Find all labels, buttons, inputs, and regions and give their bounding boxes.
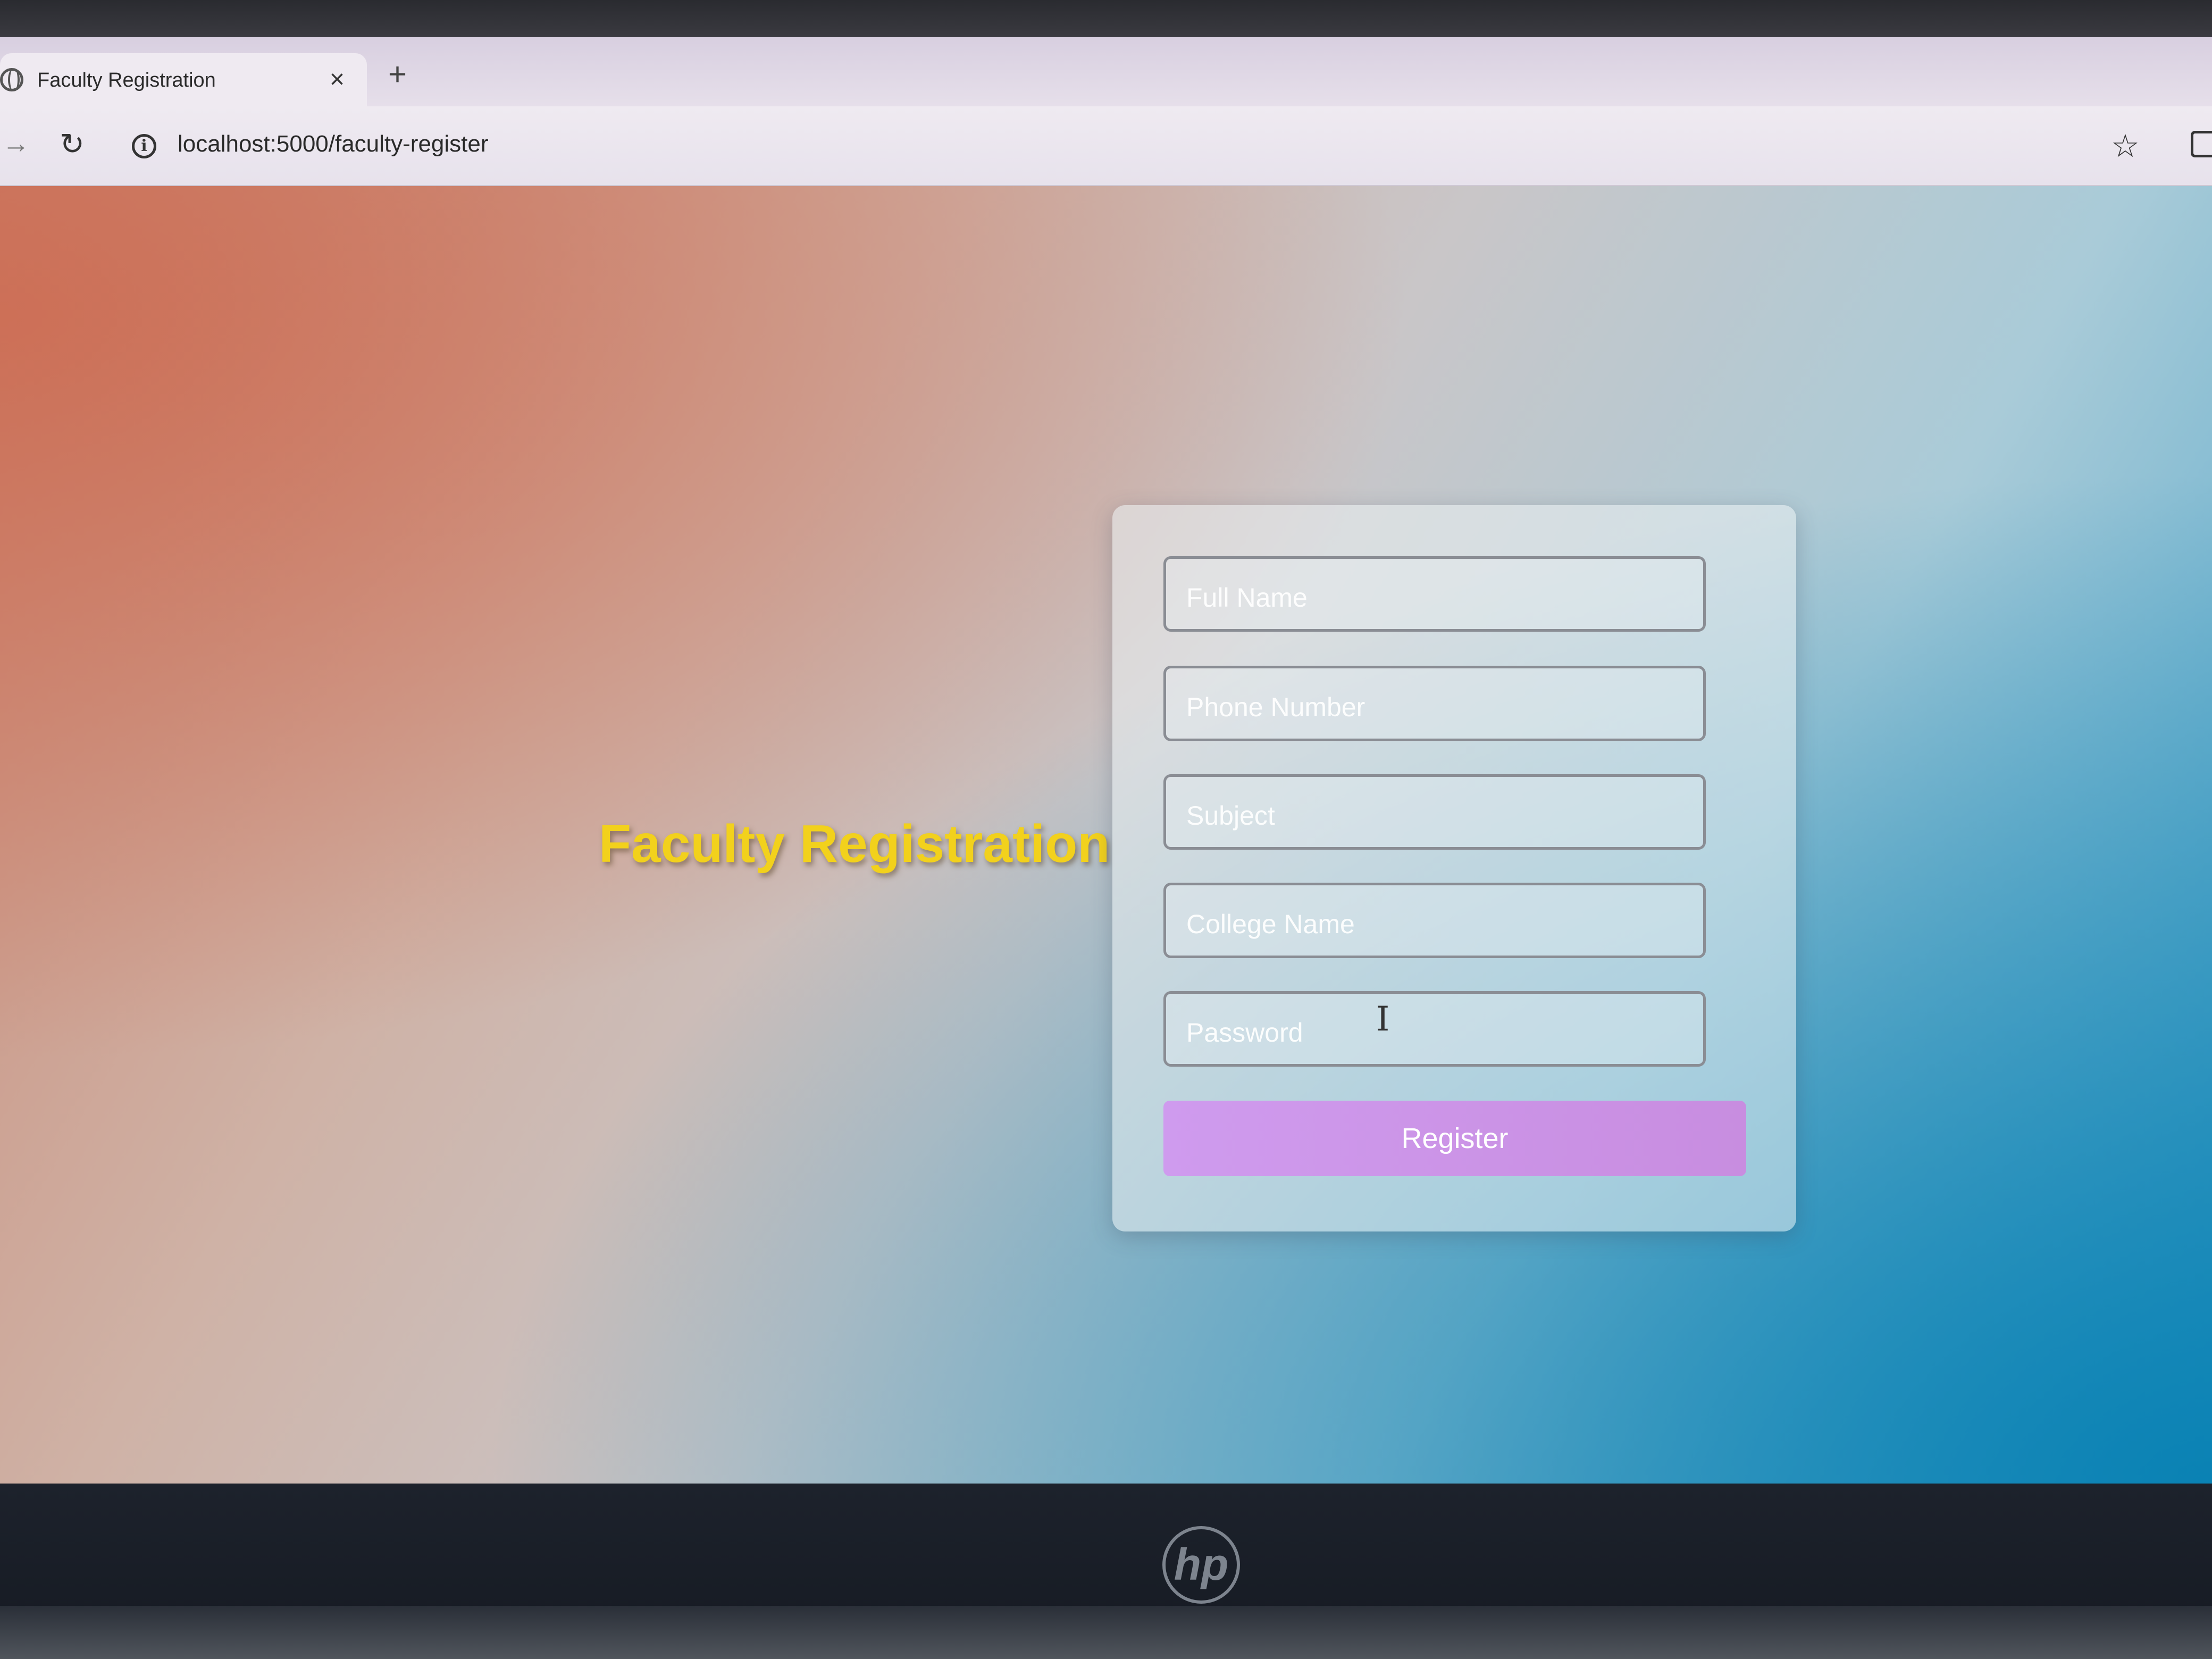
password-field[interactable]: Password <box>1163 991 1706 1067</box>
screen: Faculty Registration × + → ↻ i localhost… <box>0 37 2212 1484</box>
new-tab-button[interactable]: + <box>388 58 407 90</box>
reload-icon[interactable]: ↻ <box>60 127 85 162</box>
tab-faculty-registration[interactable]: Faculty Registration × <box>0 53 367 106</box>
monitor-top-bezel <box>0 0 2212 37</box>
subject-field[interactable]: Subject <box>1163 774 1706 850</box>
arrow-right-icon[interactable]: → <box>2 128 30 160</box>
full-name-placeholder: Full Name <box>1186 583 1308 613</box>
full-name-field[interactable]: Full Name <box>1163 556 1706 632</box>
tab-bar: Faculty Registration × + <box>0 37 2212 106</box>
college-name-placeholder: College Name <box>1186 909 1355 939</box>
text-cursor-icon: I <box>1376 1000 1390 1039</box>
browser-toolbar: → ↻ i localhost:5000/faculty-register ☆ <box>0 106 2212 186</box>
phone-number-placeholder: Phone Number <box>1186 692 1365 722</box>
college-name-field[interactable]: College Name <box>1163 883 1706 958</box>
info-icon[interactable]: i <box>132 134 156 158</box>
page-background: Faculty Registration Full Name Phone Num… <box>0 186 2212 1484</box>
subject-placeholder: Subject <box>1186 801 1275 831</box>
address-bar[interactable]: localhost:5000/faculty-register <box>178 131 489 157</box>
laptop-base <box>0 1606 2212 1659</box>
password-placeholder: Password <box>1186 1018 1303 1048</box>
star-icon[interactable]: ☆ <box>2111 128 2140 165</box>
registration-form: Full Name Phone Number Subject College N… <box>1112 505 1796 1231</box>
close-icon[interactable]: × <box>330 64 345 96</box>
phone-number-field[interactable]: Phone Number <box>1163 666 1706 741</box>
globe-icon <box>0 68 23 91</box>
page-title: Faculty Registration <box>599 814 1110 874</box>
tab-title: Faculty Registration <box>37 69 216 91</box>
hp-logo-icon: hp <box>1162 1526 1240 1604</box>
laptop-bezel: hp <box>0 1484 2212 1659</box>
extensions-icon[interactable] <box>2191 131 2212 157</box>
register-button[interactable]: Register <box>1163 1101 1746 1176</box>
